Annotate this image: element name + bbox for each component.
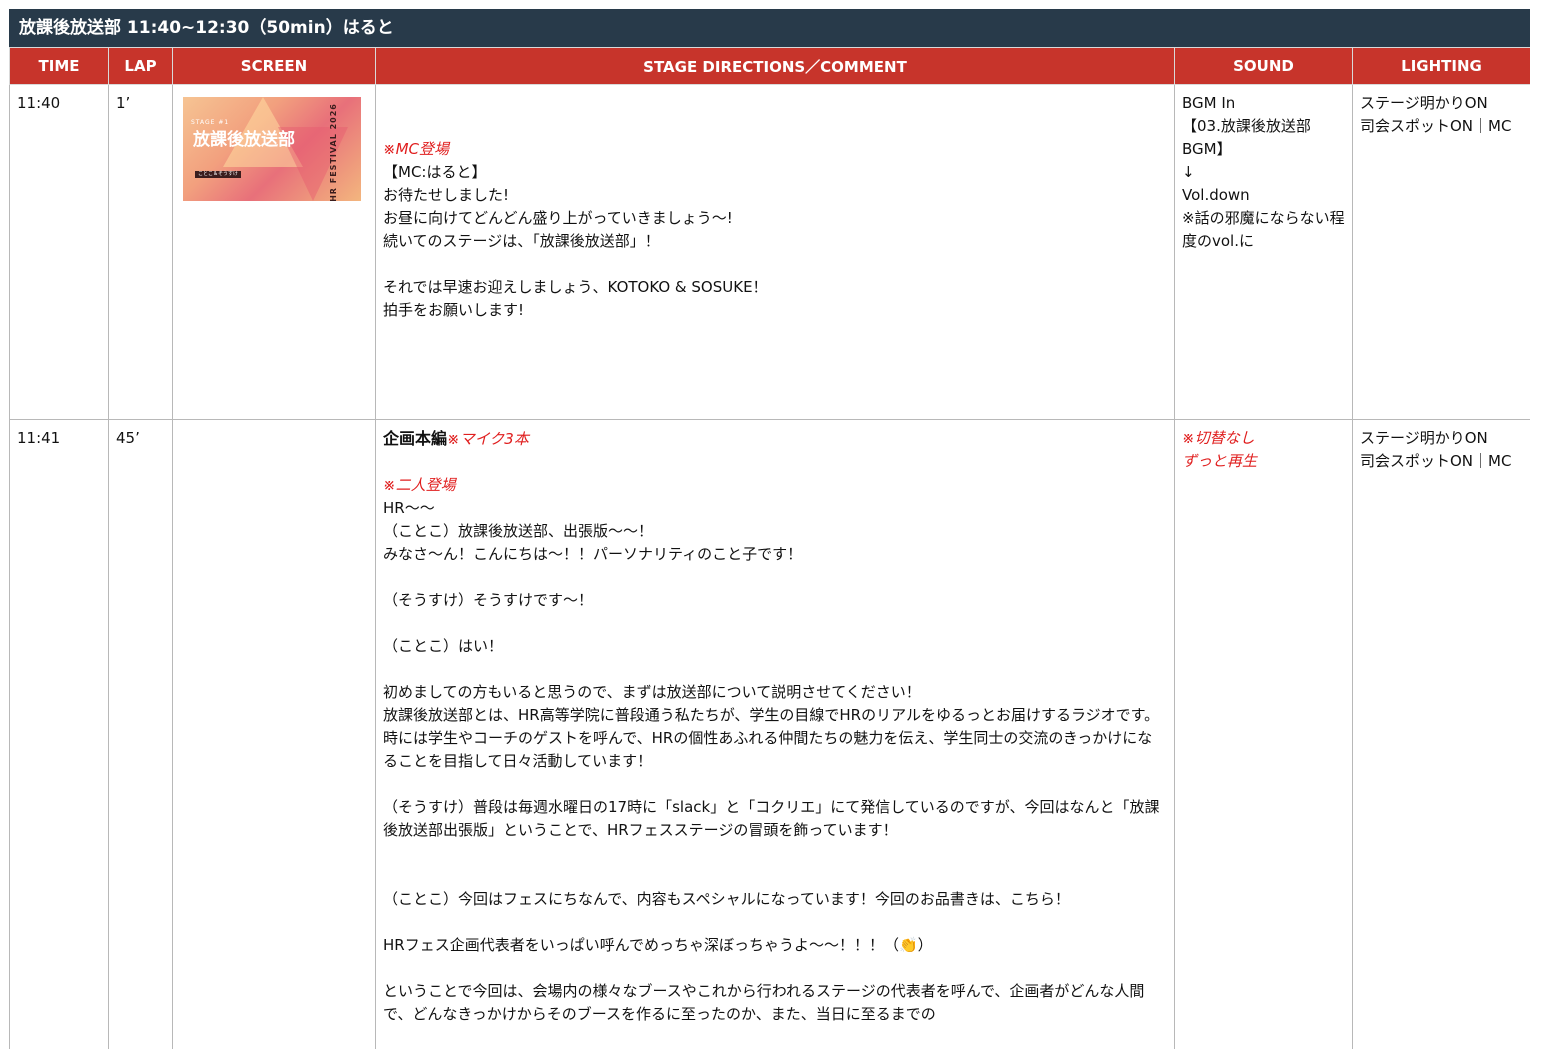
cell-line <box>383 612 1167 635</box>
cell-line: 司会スポットON｜MC <box>1360 452 1512 470</box>
cell-line: （そうすけ）普段は毎週水曜日の17時に「slack」と「コクリエ」にて発信してい… <box>383 798 1160 839</box>
cell-line: お待たせしました! <box>383 186 510 204</box>
cue-table: TIME LAP SCREEN STAGE DIRECTIONS／COMMENT… <box>9 47 1530 1049</box>
lap-cell[interactable]: 1’ <box>108 84 173 420</box>
cell-line: HRフェス企画代表者をいっぱい呼んでめっちゃ深ぼっちゃうよ〜〜！！！（👏） <box>383 936 933 954</box>
table-row: 11:41 45’ 企画本編※マイク3本 ※二人登場 HR〜〜 （ことこ）放課後放送… <box>9 419 1530 1049</box>
sheet-title: 放課後放送部 11:40~12:30（50min）はると <box>9 9 1530 47</box>
cell-line: 【MC:はると】 <box>383 163 487 181</box>
cell-line <box>383 658 1167 681</box>
cell-line <box>383 566 1167 589</box>
cell-line: 初めましての方もいると思うので、まずは放送部について説明させてください！ <box>383 683 921 701</box>
cell-line: お昼に向けてどんどん盛り上がっていきましょう〜! <box>383 209 733 227</box>
cell-line <box>383 451 1167 474</box>
col-header-lap: LAP <box>108 47 173 85</box>
screen-thumbnail[interactable]: STAGE #1 放課後放送部 ことこ＆そうすけ HR FESTIVAL 202… <box>183 97 361 201</box>
time-cell[interactable]: 11:41 <box>9 419 109 1049</box>
cell-line: 放課後放送部とは、HR高等学院に普段通う私たちが、学生の目線でHRのリアルをゆる… <box>383 706 1160 770</box>
cell-line: ↓ <box>1182 163 1195 181</box>
cell-line: BGM In <box>1182 94 1236 112</box>
cell-line: ※MC登場 <box>383 140 449 158</box>
cell-line: ステージ明かりON <box>1360 94 1488 112</box>
cell-line: Vol.down <box>1182 186 1250 204</box>
cell-line: （そうすけ）そうすけです〜！ <box>383 591 594 609</box>
lighting-cell[interactable]: ステージ明かりON 司会スポットON｜MC <box>1352 419 1530 1049</box>
cell-line: 拍手をお願いします! <box>383 301 525 319</box>
sound-cell[interactable]: BGM In 【03.放課後放送部BGM】 ↓ Vol.down ※話の邪魔にならない程… <box>1174 84 1353 420</box>
cell-line: ※切替なし <box>1182 429 1255 447</box>
cell-line <box>383 865 1167 888</box>
cell-line <box>383 957 1167 980</box>
col-header-lighting: LIGHTING <box>1352 47 1530 85</box>
lap-cell[interactable]: 45’ <box>108 419 173 1049</box>
cell-line: ということで今回は、会場内の様々なブースやこれから行われるステージの代表者を呼ん… <box>383 982 1145 1023</box>
screen-cell[interactable] <box>172 419 376 1049</box>
cell-line: ずっと再生 <box>1182 452 1258 470</box>
directions-heading-note: ※マイク3本 <box>447 430 529 448</box>
cell-line <box>383 911 1167 934</box>
sound-cell[interactable]: ※切替なしずっと再生 <box>1174 419 1353 1049</box>
thumbnail-caption: ことこ＆そうすけ <box>195 171 241 178</box>
cell-line: ステージ明かりON <box>1360 429 1488 447</box>
cell-line: ※二人登場 <box>383 476 456 494</box>
directions-lines: ※二人登場 HR〜〜 （ことこ）放課後放送部、出張版〜〜！ みなさ〜ん！こんにちは〜！… <box>383 451 1167 1026</box>
col-header-directions: STAGE DIRECTIONS／COMMENT <box>375 47 1175 85</box>
thumbnail-festival: HR FESTIVAL 2026 <box>329 103 339 201</box>
table-row: 11:40 1’ STAGE #1 放課後放送部 ことこ＆そうすけ HR FES… <box>9 84 1530 420</box>
header-row: TIME LAP SCREEN STAGE DIRECTIONS／COMMENT… <box>9 47 1530 85</box>
cell-line: 司会スポットON｜MC <box>1360 117 1512 135</box>
cell-line <box>383 115 1167 138</box>
cell-line: 続いてのステージは、「放課後放送部」！ <box>383 232 660 250</box>
cell-line <box>383 773 1167 796</box>
lighting-cell[interactable]: ステージ明かりON 司会スポットON｜MC <box>1352 84 1530 420</box>
directions-cell[interactable]: ※MC登場【MC:はると】お待たせしました! お昼に向けてどんどん盛り上がっていき… <box>375 84 1175 420</box>
cell-line <box>383 842 1167 865</box>
run-sheet: 放課後放送部 11:40~12:30（50min）はると TIME LAP SC… <box>9 9 1530 1049</box>
cell-line: それでは早速お迎えしましょう、KOTOKO & SOSUKE！ <box>383 278 768 296</box>
cell-line: （ことこ）今回はフェスにちなんで、内容もスペシャルになっています！今回のお品書き… <box>383 890 1070 908</box>
directions-heading: 企画本編 <box>383 429 448 448</box>
cell-line: ※話の邪魔にならない程度のvol.に <box>1182 209 1345 250</box>
col-header-time: TIME <box>9 47 109 85</box>
col-header-screen: SCREEN <box>172 47 376 85</box>
cell-line: （ことこ）はい！ <box>383 637 504 655</box>
thumbnail-logo: 放課後放送部 <box>193 130 295 150</box>
cell-line <box>383 92 1167 115</box>
col-header-sound: SOUND <box>1174 47 1353 85</box>
screen-cell[interactable]: STAGE #1 放課後放送部 ことこ＆そうすけ HR FESTIVAL 202… <box>172 84 376 420</box>
cell-line: （ことこ）放課後放送部、出張版〜〜！ <box>383 522 654 540</box>
time-cell[interactable]: 11:40 <box>9 84 109 420</box>
directions-cell[interactable]: 企画本編※マイク3本 ※二人登場 HR〜〜 （ことこ）放課後放送部、出張版〜〜！ みな… <box>375 419 1175 1049</box>
cell-line: 【03.放課後放送部BGM】 <box>1182 117 1311 158</box>
cell-line: HR〜〜 <box>383 499 435 517</box>
cell-line <box>383 253 1167 276</box>
cell-line: みなさ〜ん！こんにちは〜！！パーソナリティのこと子です！ <box>383 545 803 563</box>
